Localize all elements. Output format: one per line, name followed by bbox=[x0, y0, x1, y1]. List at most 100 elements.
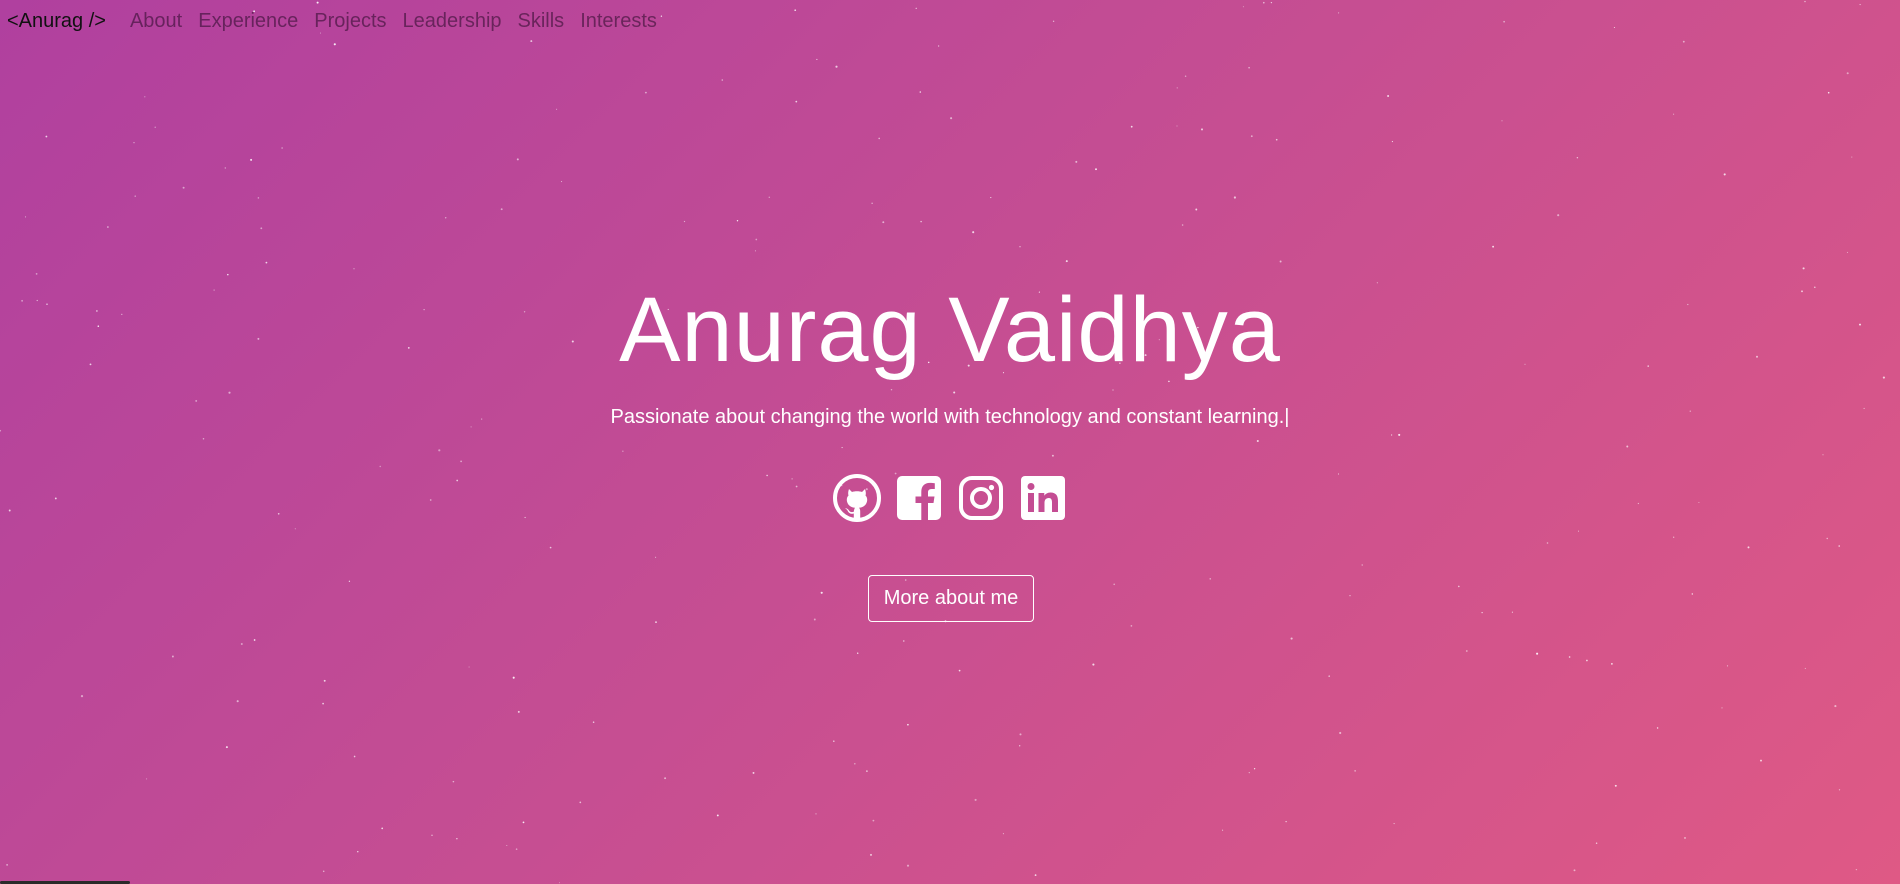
star-dot bbox=[1242, 6, 1244, 8]
star-dot bbox=[795, 100, 798, 103]
star-dot bbox=[1250, 135, 1253, 138]
star-dot bbox=[348, 580, 351, 582]
star-dot bbox=[736, 220, 739, 222]
navbar: <Anurag /> About Experience Projects Lea… bbox=[0, 0, 673, 42]
star-dot bbox=[655, 621, 657, 623]
star-dot bbox=[512, 676, 515, 679]
star-dot bbox=[1614, 784, 1617, 787]
star-dot bbox=[1390, 434, 1393, 436]
star-dot bbox=[1065, 260, 1068, 263]
nav-link-leadership[interactable]: Leadership bbox=[403, 10, 502, 33]
star-dot bbox=[1846, 251, 1849, 253]
star-dot bbox=[556, 108, 558, 110]
star-dot bbox=[1855, 868, 1858, 871]
star-dot bbox=[294, 528, 296, 530]
star-dot bbox=[937, 45, 940, 47]
star-dot bbox=[0, 429, 2, 432]
star-dot bbox=[841, 447, 843, 449]
star-dot bbox=[1673, 113, 1675, 115]
star-dot bbox=[202, 438, 205, 440]
star-dot bbox=[1275, 138, 1278, 141]
facebook-link[interactable] bbox=[895, 474, 943, 522]
star-dot bbox=[500, 208, 503, 211]
star-dot bbox=[1328, 675, 1330, 677]
star-dot bbox=[1595, 842, 1598, 844]
nav-link-experience[interactable]: Experience bbox=[198, 10, 298, 33]
star-dot bbox=[1002, 833, 1004, 835]
facebook-icon bbox=[897, 476, 941, 520]
star-dot bbox=[1051, 454, 1054, 457]
star-dot bbox=[958, 669, 961, 672]
star-dot bbox=[915, 7, 917, 9]
star-dot bbox=[1481, 611, 1483, 614]
star-dot bbox=[1804, 667, 1806, 669]
star-dot bbox=[866, 770, 868, 772]
star-dot bbox=[1673, 536, 1675, 538]
star-dot bbox=[1019, 733, 1022, 736]
star-dot bbox=[833, 740, 835, 742]
star-dot bbox=[1092, 663, 1095, 666]
star-dot bbox=[664, 777, 667, 780]
star-dot bbox=[882, 221, 885, 224]
star-dot bbox=[225, 746, 228, 749]
star-dot bbox=[1019, 245, 1021, 248]
star-dot bbox=[1691, 593, 1694, 595]
star-dot bbox=[1361, 564, 1363, 566]
star-dot bbox=[972, 231, 975, 234]
instagram-link[interactable] bbox=[957, 474, 1005, 522]
star-dot bbox=[683, 220, 686, 223]
star-dot bbox=[1270, 1, 1273, 4]
star-dot bbox=[281, 147, 283, 149]
star-dot bbox=[1354, 770, 1356, 772]
nav-link-about[interactable]: About bbox=[130, 10, 182, 33]
star-dot bbox=[1465, 650, 1468, 652]
nav-link-projects[interactable]: Projects bbox=[314, 10, 386, 33]
brand-logo[interactable]: <Anurag /> bbox=[7, 10, 106, 33]
star-dot bbox=[1726, 665, 1729, 667]
star-dot bbox=[1095, 168, 1097, 171]
star-dot bbox=[353, 755, 356, 758]
star-dot bbox=[869, 853, 873, 856]
star-dot bbox=[622, 450, 624, 452]
star-dot bbox=[144, 96, 146, 98]
star-dot bbox=[1723, 173, 1726, 176]
star-dot bbox=[80, 695, 84, 698]
star-dot bbox=[438, 449, 441, 452]
star-dot bbox=[1827, 91, 1830, 94]
star-dot bbox=[1859, 4, 1861, 6]
star-dot bbox=[1393, 823, 1395, 825]
linkedin-icon bbox=[1021, 476, 1065, 520]
star-dot bbox=[549, 546, 552, 549]
linkedin-link[interactable] bbox=[1019, 474, 1067, 522]
star-dot bbox=[1285, 820, 1287, 823]
star-dot bbox=[755, 238, 758, 241]
star-dot bbox=[1577, 530, 1580, 532]
star-dot bbox=[592, 721, 595, 723]
star-dot bbox=[857, 652, 859, 654]
star-dot bbox=[250, 158, 253, 161]
github-link[interactable] bbox=[833, 474, 881, 522]
star-dot bbox=[1034, 874, 1037, 876]
nav-link-interests[interactable]: Interests bbox=[580, 10, 657, 33]
nav-link-skills[interactable]: Skills bbox=[518, 10, 565, 33]
star-dot bbox=[171, 655, 174, 658]
star-dot bbox=[815, 813, 817, 815]
star-dot bbox=[1209, 578, 1211, 580]
more-about-me-button[interactable]: More about me bbox=[868, 575, 1034, 622]
star-dot bbox=[460, 460, 462, 463]
instagram-icon bbox=[959, 476, 1003, 520]
star-dot bbox=[146, 778, 148, 780]
star-dot bbox=[1279, 260, 1282, 263]
star-dot bbox=[1826, 537, 1828, 540]
star-dot bbox=[379, 465, 381, 468]
star-dot bbox=[517, 710, 520, 713]
star-dot bbox=[579, 801, 582, 804]
star-dot bbox=[561, 181, 563, 183]
hero-title: Anurag Vaidhya bbox=[619, 279, 1281, 381]
star-dot bbox=[240, 642, 243, 646]
star-dot bbox=[236, 700, 239, 703]
star-dot bbox=[1181, 224, 1184, 226]
star-dot bbox=[907, 723, 909, 726]
star-dot bbox=[456, 838, 458, 840]
star-dot bbox=[224, 167, 226, 169]
